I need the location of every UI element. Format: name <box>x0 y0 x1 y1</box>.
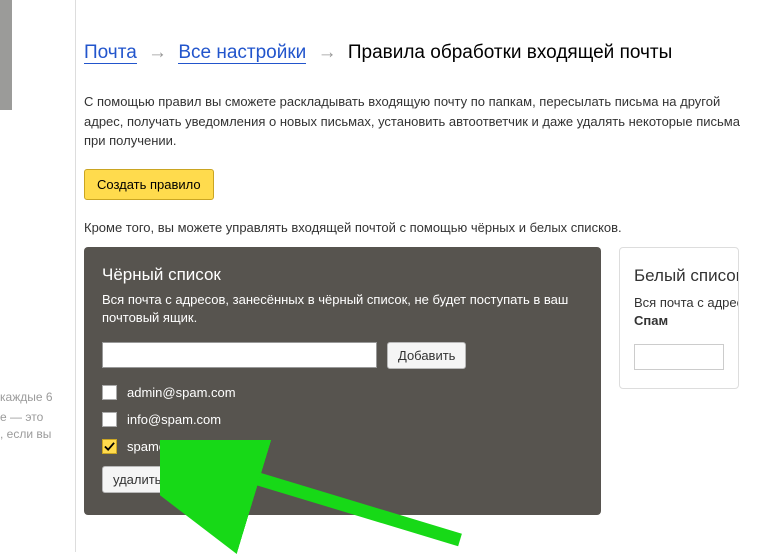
breadcrumb: Почта → Все настройки → Правила обработк… <box>84 0 758 74</box>
whitelist-email-input[interactable] <box>634 344 724 370</box>
arrow-right-icon: → <box>318 42 337 63</box>
blacklist-entry: admin@spam.com <box>102 385 583 400</box>
entry-email: admin@spam.com <box>127 385 236 400</box>
sidebar-text-fragment: , если вы <box>0 425 51 444</box>
entry-checkbox[interactable] <box>102 439 117 454</box>
entry-checkbox[interactable] <box>102 412 117 427</box>
whitelist-panel: Белый список Вся почта с адресов Спам <box>619 247 739 389</box>
blacklist-description: Вся почта с адресов, занесённых в чёрный… <box>102 291 583 329</box>
breadcrumb-link-mail[interactable]: Почта <box>84 42 137 64</box>
entry-checkbox[interactable] <box>102 385 117 400</box>
blacklist-panel: Чёрный список Вся почта с адресов, занес… <box>84 247 601 516</box>
breadcrumb-link-settings[interactable]: Все настройки <box>178 42 306 64</box>
breadcrumb-current: Правила обработки входящей почты <box>348 42 672 63</box>
whitelist-desc-text: Вся почта с адресов <box>634 295 739 310</box>
create-rule-button[interactable]: Создать правило <box>84 169 214 200</box>
whitelist-desc-bold: Спам <box>634 313 668 328</box>
entry-email: info@spam.com <box>127 412 221 427</box>
sidebar-decoration <box>0 0 12 110</box>
intro-text: С помощью правил вы сможете раскладывать… <box>84 92 758 151</box>
blacklist-entry: spamer@spam.com <box>102 439 583 454</box>
sidebar: каждые 6 е — это , если вы <box>0 0 76 552</box>
whitelist-title: Белый список <box>634 266 724 286</box>
blacklist-add-button[interactable]: Добавить <box>387 342 466 369</box>
sidebar-text-fragment: каждые 6 <box>0 388 53 407</box>
blacklist-entry: info@spam.com <box>102 412 583 427</box>
arrow-right-icon: → <box>148 42 167 63</box>
entry-email: spamer@spam.com <box>127 439 244 454</box>
whitelist-description: Вся почта с адресов Спам <box>634 294 724 330</box>
blacklist-email-input[interactable] <box>102 342 377 368</box>
blacklist-title: Чёрный список <box>102 265 583 285</box>
remove-from-list-button[interactable]: удалить из списка <box>102 466 233 493</box>
note-text: Кроме того, вы можете управлять входящей… <box>84 220 758 235</box>
